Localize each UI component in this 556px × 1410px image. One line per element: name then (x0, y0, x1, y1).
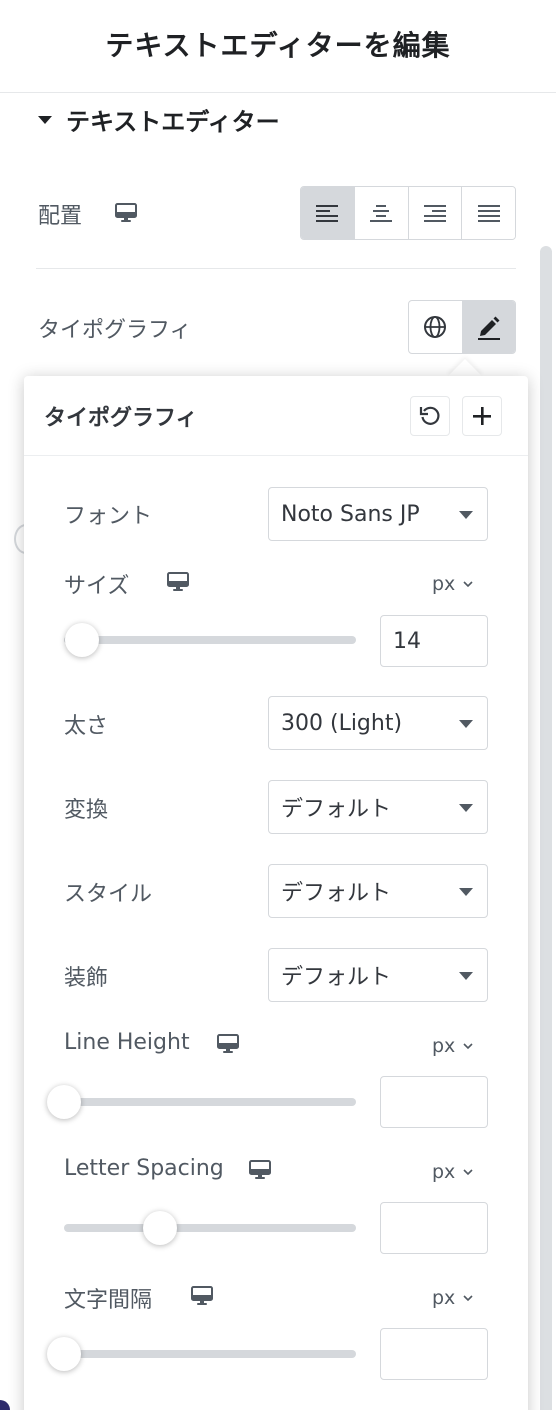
weight-select[interactable]: 300 (Light) (268, 696, 488, 750)
alignment-label: 配置 (38, 204, 83, 229)
alignment-control (300, 186, 516, 240)
align-center-button[interactable] (354, 187, 409, 239)
typography-controls (408, 300, 516, 354)
word-spacing-label: 文字間隔 (64, 1288, 153, 1313)
size-input[interactable]: 14 (380, 615, 488, 667)
typography-popover: タイポグラフィ フォント Noto Sans JP サイズ px 14 太さ 3… (24, 376, 528, 1410)
size-slider[interactable] (64, 623, 356, 657)
slider-thumb[interactable] (47, 1085, 81, 1119)
slider-thumb[interactable] (64, 623, 99, 657)
reset-icon (419, 406, 440, 425)
dropdown-arrow-icon (459, 888, 473, 896)
style-select[interactable]: デフォルト (268, 864, 488, 918)
style-value: デフォルト (281, 881, 392, 906)
decoration-value: デフォルト (281, 965, 392, 990)
transform-select[interactable]: デフォルト (268, 780, 488, 834)
dropdown-arrow-icon (459, 511, 473, 519)
desktop-icon[interactable] (166, 571, 190, 593)
line-height-slider[interactable] (47, 1085, 356, 1119)
letter-spacing-unit: px (432, 1161, 456, 1183)
transform-label: 変換 (64, 798, 109, 823)
scrollbar[interactable] (540, 246, 552, 1410)
slider-thumb[interactable] (143, 1211, 178, 1245)
desktop-icon[interactable] (190, 1285, 214, 1307)
align-center-icon (370, 205, 393, 222)
transform-value: デフォルト (281, 797, 392, 822)
plus-icon (473, 407, 491, 425)
size-unit: px (432, 573, 456, 595)
divider (36, 268, 516, 269)
word-spacing-input[interactable] (380, 1328, 488, 1380)
line-height-unit: px (432, 1035, 456, 1057)
dropdown-arrow-icon (459, 720, 473, 728)
desktop-icon[interactable] (248, 1159, 272, 1181)
chevron-down-icon (463, 580, 473, 587)
global-typography-button[interactable] (409, 301, 462, 353)
letter-spacing-slider[interactable] (64, 1211, 356, 1245)
word-spacing-unit-select[interactable]: px (432, 1287, 473, 1309)
chevron-down-icon (463, 1042, 473, 1049)
size-label: サイズ (64, 574, 130, 599)
reset-button[interactable] (410, 396, 450, 436)
align-justify-icon (477, 205, 500, 222)
edit-typography-button[interactable] (461, 301, 515, 353)
page-title: テキストエディターを編集 (105, 29, 451, 62)
weight-label: 太さ (64, 714, 109, 739)
section-title: テキストエディター (66, 108, 280, 136)
chevron-down-icon (463, 1168, 473, 1175)
corner-accent (0, 1400, 10, 1410)
caret-down-icon (38, 115, 52, 124)
letter-spacing-label: Letter Spacing (64, 1156, 224, 1181)
align-left-icon (316, 205, 339, 222)
line-height-label: Line Height (64, 1030, 190, 1055)
letter-spacing-input[interactable] (380, 1202, 488, 1254)
dropdown-arrow-icon (459, 804, 473, 812)
popover-header: タイポグラフィ (24, 376, 528, 456)
section-toggle[interactable]: テキストエディター (38, 102, 280, 137)
globe-icon (424, 316, 447, 338)
align-right-button[interactable] (408, 187, 463, 239)
word-spacing-unit: px (432, 1287, 456, 1309)
style-label: スタイル (64, 882, 153, 907)
popover-title: タイポグラフィ (44, 406, 198, 431)
decoration-label: 装飾 (64, 966, 109, 991)
chevron-down-icon (463, 1294, 473, 1301)
align-left-button[interactable] (301, 187, 355, 239)
weight-value: 300 (Light) (281, 710, 403, 736)
line-height-unit-select[interactable]: px (432, 1035, 473, 1057)
word-spacing-slider[interactable] (47, 1337, 356, 1371)
letter-spacing-unit-select[interactable]: px (432, 1161, 473, 1183)
font-select[interactable]: Noto Sans JP (268, 487, 488, 541)
dropdown-arrow-icon (459, 972, 473, 980)
size-unit-select[interactable]: px (432, 573, 473, 595)
font-label: フォント (64, 504, 153, 529)
panel-header: テキストエディターを編集 (0, 0, 556, 93)
typography-label: タイポグラフィ (38, 318, 192, 343)
add-button[interactable] (462, 396, 502, 436)
desktop-icon[interactable] (114, 202, 138, 224)
decoration-select[interactable]: デフォルト (268, 948, 488, 1002)
desktop-icon[interactable] (216, 1033, 240, 1055)
slider-thumb[interactable] (47, 1337, 81, 1371)
size-value: 14 (393, 628, 421, 654)
font-value: Noto Sans JP (281, 501, 420, 527)
align-right-icon (423, 205, 446, 222)
pencil-icon (477, 316, 500, 340)
line-height-input[interactable] (380, 1076, 488, 1128)
align-justify-button[interactable] (462, 187, 515, 239)
